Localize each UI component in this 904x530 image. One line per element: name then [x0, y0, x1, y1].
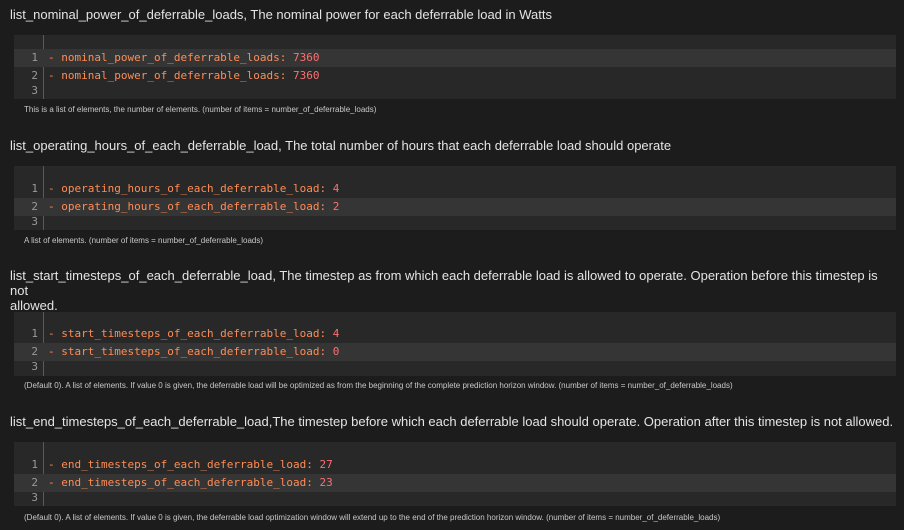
field-title: list_start_timesteps_of_each_deferrable_… — [10, 268, 878, 298]
code-line[interactable]: 3 — [14, 84, 896, 98]
code-editor[interactable]: 1 - nominal_power_of_deferrable_loads: 7… — [14, 35, 896, 99]
field-end-timesteps: list_end_timesteps_of_each_deferrable_lo… — [10, 414, 896, 522]
helper-text: A list of elements. (number of items = n… — [24, 236, 264, 245]
line-number: 2 — [31, 345, 38, 358]
code-line[interactable]: 1 - end_timesteps_of_each_deferrable_loa… — [14, 456, 896, 474]
code-editor[interactable]: 1 - start_timesteps_of_each_deferrable_l… — [14, 312, 896, 376]
code-line[interactable]: 3 — [14, 360, 896, 374]
line-number: 2 — [31, 476, 38, 489]
code-editor[interactable]: 1 - end_timesteps_of_each_deferrable_loa… — [14, 442, 896, 506]
yaml-separator: : — [319, 200, 333, 213]
yaml-value: 0 — [332, 345, 340, 358]
helper-text: (Default 0). A list of elements. If valu… — [24, 513, 721, 522]
field-nominal-power: list_nominal_power_of_deferrable_loads, … — [10, 7, 896, 114]
line-number: 1 — [31, 182, 38, 195]
line-number: 2 — [31, 200, 38, 213]
yaml-key: - nominal_power_of_deferrable_loads — [48, 51, 280, 64]
yaml-separator: : — [279, 69, 294, 82]
line-number: 3 — [31, 491, 38, 504]
code-line[interactable]: 2 - operating_hours_of_each_deferrable_l… — [14, 198, 896, 216]
code-line[interactable]: 2 - start_timesteps_of_each_deferrable_l… — [14, 343, 896, 361]
helper-text: This is a list of elements, the number o… — [24, 105, 377, 114]
yaml-key: - start_timesteps_of_each_deferrable_loa… — [48, 345, 320, 358]
code-line[interactable]: 1 - operating_hours_of_each_deferrable_l… — [14, 180, 896, 198]
yaml-separator: : — [319, 327, 333, 340]
yaml-separator: : — [319, 182, 333, 195]
code-line[interactable]: 1 - start_timesteps_of_each_deferrable_l… — [14, 325, 896, 343]
line-number: 1 — [31, 458, 38, 471]
line-number: 3 — [31, 84, 38, 97]
code-line[interactable]: 3 — [14, 215, 896, 229]
code-line[interactable]: 2 - nominal_power_of_deferrable_loads: 7… — [14, 67, 896, 85]
code-line[interactable]: 3 — [14, 491, 896, 505]
yaml-separator: : — [306, 458, 320, 471]
yaml-key: - start_timesteps_of_each_deferrable_loa… — [48, 327, 320, 340]
yaml-key: - operating_hours_of_each_deferrable_loa… — [48, 182, 320, 195]
yaml-separator: : — [279, 51, 294, 64]
yaml-key: - operating_hours_of_each_deferrable_loa… — [48, 200, 320, 213]
line-number: 2 — [31, 69, 38, 82]
field-title-continued: allowed. — [10, 298, 58, 313]
field-title: list_end_timesteps_of_each_deferrable_lo… — [10, 414, 894, 429]
code-line[interactable]: 1 - nominal_power_of_deferrable_loads: 7… — [14, 49, 896, 67]
line-number: 1 — [31, 327, 38, 340]
yaml-value: 27 — [319, 458, 333, 471]
yaml-key: - nominal_power_of_deferrable_loads — [48, 69, 280, 82]
yaml-separator: : — [319, 345, 333, 358]
config-page: list_nominal_power_of_deferrable_loads, … — [0, 0, 904, 530]
field-title: list_operating_hours_of_each_deferrable_… — [10, 138, 672, 153]
code-editor[interactable]: 1 - operating_hours_of_each_deferrable_l… — [14, 166, 896, 230]
yaml-value: 7360 — [293, 51, 320, 64]
helper-text: (Default 0). A list of elements. If valu… — [24, 381, 733, 390]
yaml-value: 2 — [332, 200, 340, 213]
yaml-value: 4 — [332, 327, 340, 340]
yaml-value: 7360 — [293, 69, 320, 82]
field-start-timesteps: list_start_timesteps_of_each_deferrable_… — [10, 268, 896, 390]
line-number: 3 — [31, 360, 38, 373]
yaml-separator: : — [306, 476, 320, 489]
field-operating-hours: list_operating_hours_of_each_deferrable_… — [10, 138, 896, 245]
line-number: 3 — [31, 215, 38, 228]
yaml-key: - end_timesteps_of_each_deferrable_load — [48, 476, 307, 489]
yaml-value: 23 — [319, 476, 333, 489]
yaml-value: 4 — [332, 182, 340, 195]
line-number: 1 — [31, 51, 38, 64]
yaml-key: - end_timesteps_of_each_deferrable_load — [48, 458, 307, 471]
code-line[interactable]: 2 - end_timesteps_of_each_deferrable_loa… — [14, 474, 896, 492]
field-title: list_nominal_power_of_deferrable_loads, … — [10, 7, 552, 22]
